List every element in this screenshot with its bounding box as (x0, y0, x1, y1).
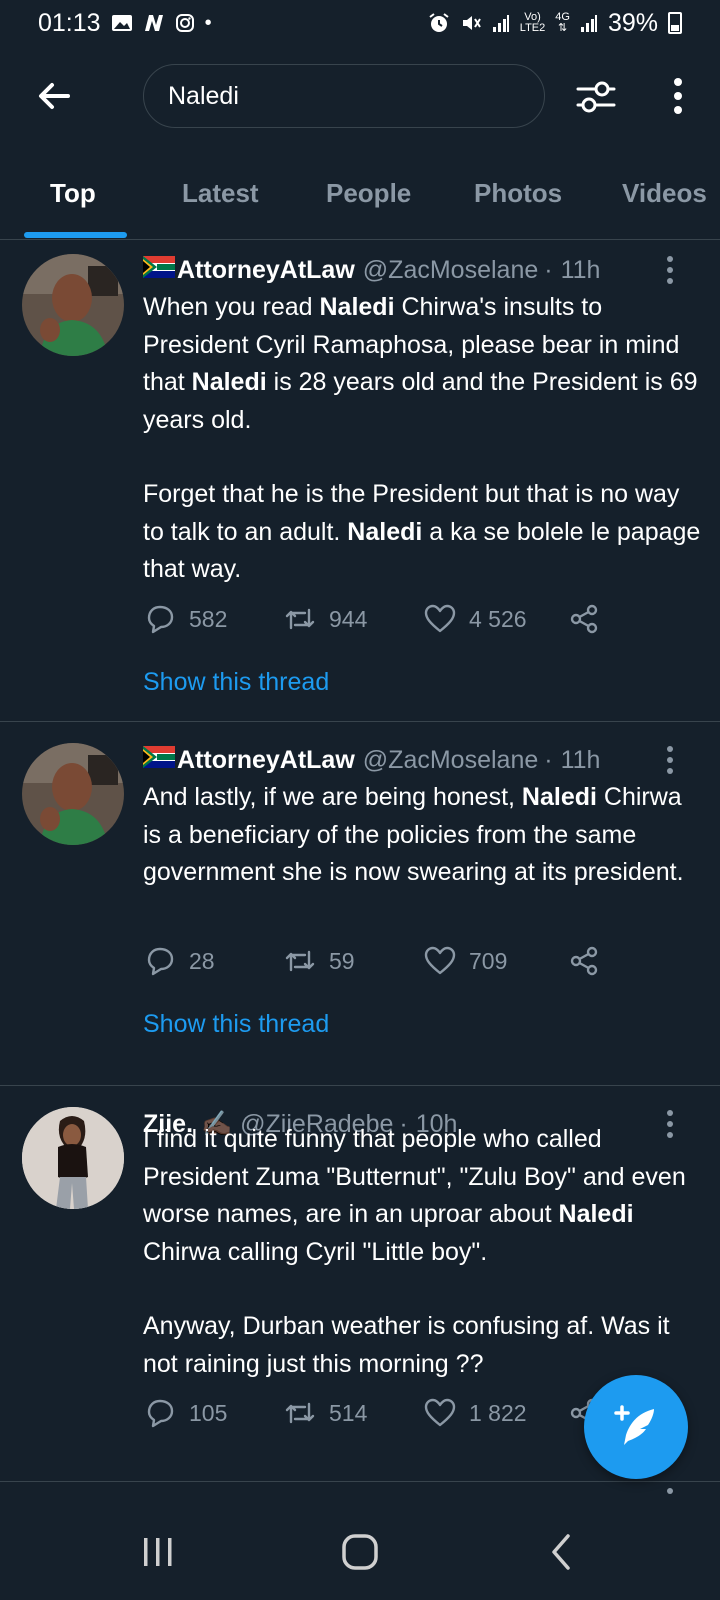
tweet-timestamp: 11h (560, 256, 601, 284)
search-input-container[interactable] (143, 64, 545, 128)
tweet-item-partial[interactable] (0, 1482, 720, 1504)
top-app-bar (0, 62, 720, 130)
tweet-more-icon[interactable] (660, 254, 680, 288)
like-button[interactable]: 4 526 (423, 602, 527, 636)
share-icon (570, 946, 598, 976)
retweet-count: 944 (329, 605, 368, 632)
share-icon (570, 604, 598, 634)
reply-button[interactable]: 105 (143, 1396, 227, 1430)
share-button[interactable] (567, 602, 601, 636)
show-thread-link[interactable]: Show this thread (143, 1010, 329, 1039)
tweet-paragraph: I find it quite funny that people who ca… (143, 1125, 686, 1266)
battery-percent: 39% (607, 8, 658, 37)
like-count: 4 526 (469, 605, 527, 632)
search-tabs: Top Latest People Photos Videos (0, 160, 720, 240)
signal-icon-2 (580, 15, 597, 32)
tweet-more-icon[interactable] (660, 744, 680, 778)
instagram-icon (175, 14, 194, 32)
tweet-item[interactable]: AttorneyAtLaw @ZacMoselane · 11h When yo… (0, 240, 720, 722)
heart-icon (424, 1398, 456, 1427)
search-input[interactable] (168, 81, 544, 111)
retweet-button[interactable]: 59 (283, 944, 355, 978)
reply-icon (147, 947, 174, 976)
system-navigation-bar (0, 1504, 720, 1600)
show-thread-link[interactable]: Show this thread (143, 668, 329, 697)
tweet-header: AttorneyAtLaw @ZacMoselane · 11h (143, 256, 600, 285)
tweet-author-handle[interactable]: @ZacMoselane (363, 746, 538, 775)
back-arrow-icon[interactable] (34, 76, 74, 116)
share-button[interactable] (567, 944, 601, 978)
tweet-actions: 28 59 709 (143, 944, 703, 984)
avatar[interactable] (22, 1107, 124, 1209)
compose-feather-icon (614, 1405, 654, 1445)
compose-tweet-button[interactable] (584, 1375, 688, 1479)
tweet-header: AttorneyAtLaw @ZacMoselane · 11h (143, 746, 600, 775)
reply-button[interactable]: 582 (143, 602, 227, 636)
battery-icon (668, 12, 682, 34)
tab-latest[interactable]: Latest (182, 178, 259, 209)
tweet-more-icon[interactable] (660, 1486, 680, 1504)
back-nav-icon[interactable] (540, 1530, 584, 1574)
avatar[interactable] (22, 254, 124, 356)
south-africa-flag-icon (143, 746, 175, 768)
tweet-item[interactable]: AttorneyAtLaw @ZacMoselane · 11h And las… (0, 722, 720, 1086)
reply-count: 105 (189, 1399, 228, 1426)
status-time: 01:13 (38, 8, 101, 37)
south-africa-flag-icon (143, 256, 175, 278)
tab-top[interactable]: Top (50, 178, 96, 209)
like-count: 709 (469, 947, 508, 974)
separator-dot: · (544, 256, 553, 284)
n-app-icon (144, 15, 163, 31)
dot-icon: • (204, 11, 212, 34)
reply-count: 28 (189, 947, 215, 974)
like-button[interactable]: 709 (423, 944, 507, 978)
tweet-text: When you read Naledi Chirwa's insults to… (143, 289, 703, 589)
tab-photos[interactable]: Photos (474, 178, 562, 209)
tweet-author-handle[interactable]: @ZacMoselane (363, 256, 538, 285)
status-bar: 01:13 • Vo) LTE2 4G ⇅ 39% (0, 0, 720, 46)
gallery-icon (111, 15, 132, 31)
retweet-count: 514 (329, 1399, 368, 1426)
like-button[interactable]: 1 822 (423, 1396, 527, 1430)
heart-icon (424, 604, 456, 633)
signal-icon (492, 15, 509, 32)
tweet-author-name[interactable]: AttorneyAtLaw (177, 746, 355, 775)
tweet-text: And lastly, if we are being honest, Nale… (143, 779, 703, 892)
retweet-count: 59 (329, 947, 355, 974)
reply-button[interactable]: 28 (143, 944, 215, 978)
tweet-text: I find it quite funny that people who ca… (143, 1121, 703, 1383)
tweet-paragraph: When you read Naledi Chirwa's insults to… (143, 293, 698, 434)
recent-apps-icon[interactable] (136, 1530, 180, 1574)
reply-icon (147, 1399, 174, 1428)
home-icon[interactable] (338, 1530, 382, 1574)
reply-icon (147, 605, 174, 634)
more-options-icon[interactable] (664, 74, 692, 118)
tweet-author-name[interactable]: AttorneyAtLaw (177, 256, 355, 285)
tweet-paragraph: And lastly, if we are being honest, Nale… (143, 783, 684, 886)
reply-count: 582 (189, 605, 228, 632)
separator-dot: · (544, 746, 553, 774)
tweet-paragraph: Anyway, Durban weather is confusing af. … (143, 1312, 670, 1378)
active-tab-indicator (24, 232, 127, 238)
retweet-button[interactable]: 944 (283, 602, 367, 636)
filter-icon[interactable] (574, 75, 618, 119)
alarm-icon (429, 13, 449, 32)
tweet-timestamp: 11h (560, 746, 601, 774)
network-type-label: 4G ⇅ (555, 11, 570, 34)
heart-icon (424, 946, 456, 975)
like-count: 1 822 (469, 1399, 527, 1426)
tweet-actions: 582 944 4 526 (143, 602, 703, 642)
avatar[interactable] (22, 743, 124, 845)
retweet-button[interactable]: 514 (283, 1396, 367, 1430)
retweet-icon (285, 950, 315, 972)
volte-label: Vo) LTE2 (519, 11, 546, 34)
tab-videos[interactable]: Videos (622, 178, 707, 209)
retweet-icon (285, 608, 315, 630)
mute-icon (462, 16, 481, 30)
retweet-icon (285, 1402, 315, 1424)
tweet-paragraph: Forget that he is the President but that… (143, 480, 701, 583)
tab-people[interactable]: People (326, 178, 411, 209)
